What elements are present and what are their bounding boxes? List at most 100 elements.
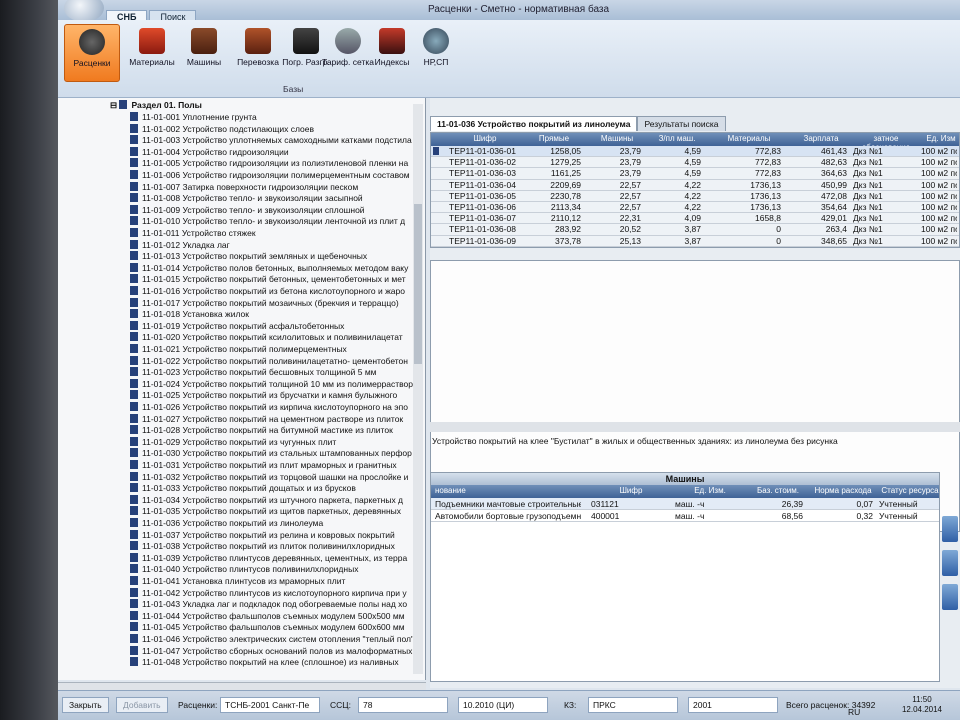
column-header[interactable]: Зарплата	[791, 134, 851, 143]
close-button[interactable]: Закрыть	[62, 697, 109, 713]
tree-item[interactable]: 11-01-047 Устройство сборных оснований п…	[130, 645, 412, 658]
tree-item[interactable]: 11-01-043 Укладка лаг и подкладок под об…	[130, 599, 407, 611]
tree-item[interactable]: 11-01-017 Устройство покрытий мозаичных …	[130, 297, 399, 310]
tree-item[interactable]: 11-01-018 Установка жилок	[130, 309, 249, 321]
tree-item[interactable]: 11-01-016 Устройство покрытий из бетона …	[130, 286, 405, 298]
tree-item[interactable]: 11-01-021 Устройство покрытий полимерцем…	[130, 344, 347, 356]
tree-item[interactable]: 11-01-023 Устройство покрытий бесшовных …	[130, 367, 377, 379]
tree-item[interactable]: 11-01-027 Устройство покрытий на цементн…	[130, 413, 403, 426]
tree-item[interactable]: 11-01-038 Устройство покрытий из плиток …	[130, 541, 395, 553]
kz-field[interactable]: ПРКС	[588, 697, 678, 713]
tree-item-label: 11-01-033 Устройство покрытий дощатых и …	[142, 483, 356, 494]
tool-icon[interactable]	[942, 550, 958, 576]
tree-section-header[interactable]: ⊟ Раздел 01. Полы	[110, 100, 202, 112]
year-field[interactable]: 2001	[688, 697, 778, 713]
tree-item[interactable]: 11-01-008 Устройство тепло- и звукоизоля…	[130, 193, 363, 205]
tree-item[interactable]: 11-01-019 Устройство покрытий асфальтобе…	[130, 320, 344, 333]
table-row[interactable]: ТЕР11-01-036-02 1279,25 23,79 4,59 772,83 482…	[431, 157, 959, 169]
tree-item[interactable]: 11-01-026 Устройство покрытий из кирпича…	[130, 402, 408, 414]
tab-search-results[interactable]: Результаты поиска	[637, 116, 726, 131]
tree-item[interactable]: 11-01-036 Устройство покрытий из линолеу…	[130, 518, 323, 530]
tree-item[interactable]: 11-01-025 Устройство покрытий из брусчат…	[130, 390, 397, 402]
tree-item[interactable]: 11-01-037 Устройство покрытий из релина …	[130, 529, 395, 542]
tree-item[interactable]: 11-01-006 Устройство гидроизоляции полим…	[130, 170, 410, 182]
tree-item[interactable]: 11-01-045 Устройство фальшполов съемных …	[130, 622, 405, 634]
column-header[interactable]: Шифр	[591, 486, 671, 495]
table-row[interactable]: ТЕР11-01-036-09 373,78 25,13 3,87 0 348,65 Дкз…	[431, 235, 959, 247]
ribbon-overhead-button[interactable]: НР,СП	[408, 24, 464, 82]
column-header[interactable]: Статус ресурса	[879, 486, 941, 495]
ssc-field[interactable]: 78	[358, 697, 448, 713]
tree-item[interactable]: 11-01-022 Устройство покрытий поливинила…	[130, 355, 408, 368]
table-row[interactable]: ТЕР11-01-036-06 2113,34 22,57 4,22 1736,13 35…	[431, 201, 959, 214]
table-row[interactable]: Подъемники мачтовые строительные 0... 031…	[431, 498, 939, 510]
table-row[interactable]: ТЕР11-01-036-03 1161,25 23,79 4,59 772,83 364…	[431, 168, 959, 180]
tree-item[interactable]: 11-01-044 Устройство фальшполов съемных …	[130, 610, 405, 623]
collapse-icon[interactable]: ⊟	[110, 100, 119, 110]
tree-item[interactable]: 11-01-007 Затирка поверхности гидроизоля…	[130, 181, 358, 194]
column-header[interactable]: Норма расхода	[809, 486, 877, 495]
tree-item[interactable]: 11-01-034 Устройство покрытий из штучног…	[130, 494, 403, 507]
column-header[interactable]: Прямые	[523, 134, 585, 143]
table-row[interactable]: ТЕР11-01-036-07 2110,12 22,31 4,09 1658,8 429…	[431, 213, 959, 225]
tree-item[interactable]: 11-01-041 Установка плинтусов из мраморн…	[130, 576, 345, 588]
tree-item[interactable]: 11-01-002 Устройство подстилающих слоев	[130, 123, 314, 136]
table-row[interactable]: Автомобили бортовые грузоподъемнос... 400…	[431, 510, 939, 522]
tree-item[interactable]: 11-01-024 Устройство покрытий толщиной 1…	[130, 378, 413, 391]
tree-item[interactable]: 11-01-028 Устройство покрытий на битумно…	[130, 425, 393, 437]
tree-item[interactable]: 11-01-040 Устройство плинтусов поливинил…	[130, 564, 358, 576]
column-header[interactable]: нование	[435, 486, 585, 495]
tree-item-label: 11-01-012 Укладка лаг	[142, 239, 230, 250]
tree-item[interactable]: 11-01-033 Устройство покрытий дощатых и …	[130, 483, 356, 495]
rates-base-field[interactable]: ТСНБ-2001 Санкт-Пе	[220, 697, 320, 713]
tree-item[interactable]: 11-01-030 Устройство покрытий из стальны…	[130, 448, 412, 460]
tree-item[interactable]: 11-01-015 Устройство покрытий бетонных, …	[130, 274, 406, 286]
add-button[interactable]: Добавить	[116, 697, 168, 713]
table-row[interactable]: ТЕР11-01-036-05 2230,78 22,57 4,22 1736,13 47…	[431, 190, 959, 202]
ribbon-machines-button[interactable]: Машины	[176, 24, 232, 82]
column-header[interactable]: Баз. стоим.	[749, 486, 807, 495]
tree-item[interactable]: 11-01-029 Устройство покрытий из чугунны…	[130, 436, 336, 449]
tree-item[interactable]: 11-01-032 Устройство покрытий из торцово…	[130, 471, 408, 484]
language-indicator[interactable]: RU	[848, 707, 860, 717]
tree-item[interactable]: 11-01-035 Устройство покрытий из щитов п…	[130, 506, 401, 518]
tree-item[interactable]: 11-01-014 Устройство полов бетонных, вып…	[130, 262, 408, 275]
tree-item[interactable]: 11-01-042 Устройство плинтусов из кислот…	[130, 587, 407, 600]
table-row[interactable]: ТЕР11-01-036-04 2209,69 22,57 4,22 1736,13 45…	[431, 179, 959, 191]
column-header[interactable]: Шифр	[449, 134, 521, 143]
tree-item[interactable]: 11-01-004 Устройство гидроизоляции	[130, 146, 289, 159]
scroll-thumb[interactable]	[414, 204, 422, 364]
tree-item[interactable]: 11-01-013 Устройство покрытий земляных и…	[130, 251, 367, 263]
column-header[interactable]: З/пл маш.	[649, 134, 705, 143]
tree-item[interactable]: 11-01-039 Устройство плинтусов деревянны…	[130, 552, 407, 565]
tree-item[interactable]: 11-01-046 Устройство электрических систе…	[130, 634, 414, 646]
tree-item[interactable]: 11-01-001 Уплотнение грунта	[130, 112, 257, 124]
window-title: Расценки - Сметно - нормативная база	[428, 4, 610, 15]
tree-item[interactable]: 11-01-005 Устройство гидроизоляции из по…	[130, 158, 408, 170]
tool-icon[interactable]	[942, 584, 958, 610]
table-row[interactable]: ТЕР11-01-036-08 283,92 20,52 3,87 0 263,4 Дкз …	[431, 224, 959, 236]
tree-item[interactable]: 11-01-012 Укладка лаг	[130, 239, 230, 252]
ribbon-materials-button[interactable]: Материалы	[124, 24, 180, 82]
tab-current-section[interactable]: 11-01-036 Устройство покрытий из линолеу…	[430, 116, 638, 131]
column-header[interactable]: Машины	[589, 134, 645, 143]
column-header[interactable]: Ед. Изм.	[675, 486, 745, 495]
tree-item[interactable]: 11-01-031 Устройство покрытий из плит мр…	[130, 460, 397, 472]
period-field[interactable]: 10.2010 (ЦИ)	[458, 697, 548, 713]
tree-item[interactable]: 11-01-003 Устройство уплотняемых самоход…	[130, 135, 412, 147]
tree-item[interactable]: 11-01-020 Устройство покрытий ксилолитов…	[130, 332, 403, 344]
tree-item[interactable]: 11-01-048 Устройство покрытий на клее (с…	[130, 657, 399, 669]
table-cell: 1736,13	[750, 201, 781, 212]
tree-item[interactable]: 11-01-011 Устройство стяжек	[130, 228, 256, 240]
ribbon-rates-button[interactable]: Расценки	[64, 24, 120, 82]
tree-item[interactable]: 11-01-010 Устройство тепло- и звукоизоля…	[130, 216, 405, 228]
rates-hscrollbar[interactable]	[430, 422, 960, 432]
column-header[interactable]: Материалы	[713, 134, 785, 143]
table-row[interactable]: ТЕР11-01-036-01 1258,05 23,79 4,59 772,83 461…	[431, 146, 959, 158]
tool-icon[interactable]	[942, 516, 958, 542]
document-icon	[130, 506, 138, 516]
tree-item[interactable]: 11-01-009 Устройство тепло- и звукоизоля…	[130, 204, 365, 217]
app-menu-button[interactable]	[64, 0, 104, 22]
tree-scrollbar[interactable]	[413, 104, 423, 674]
column-header[interactable]: Ед. Изм	[921, 134, 960, 143]
